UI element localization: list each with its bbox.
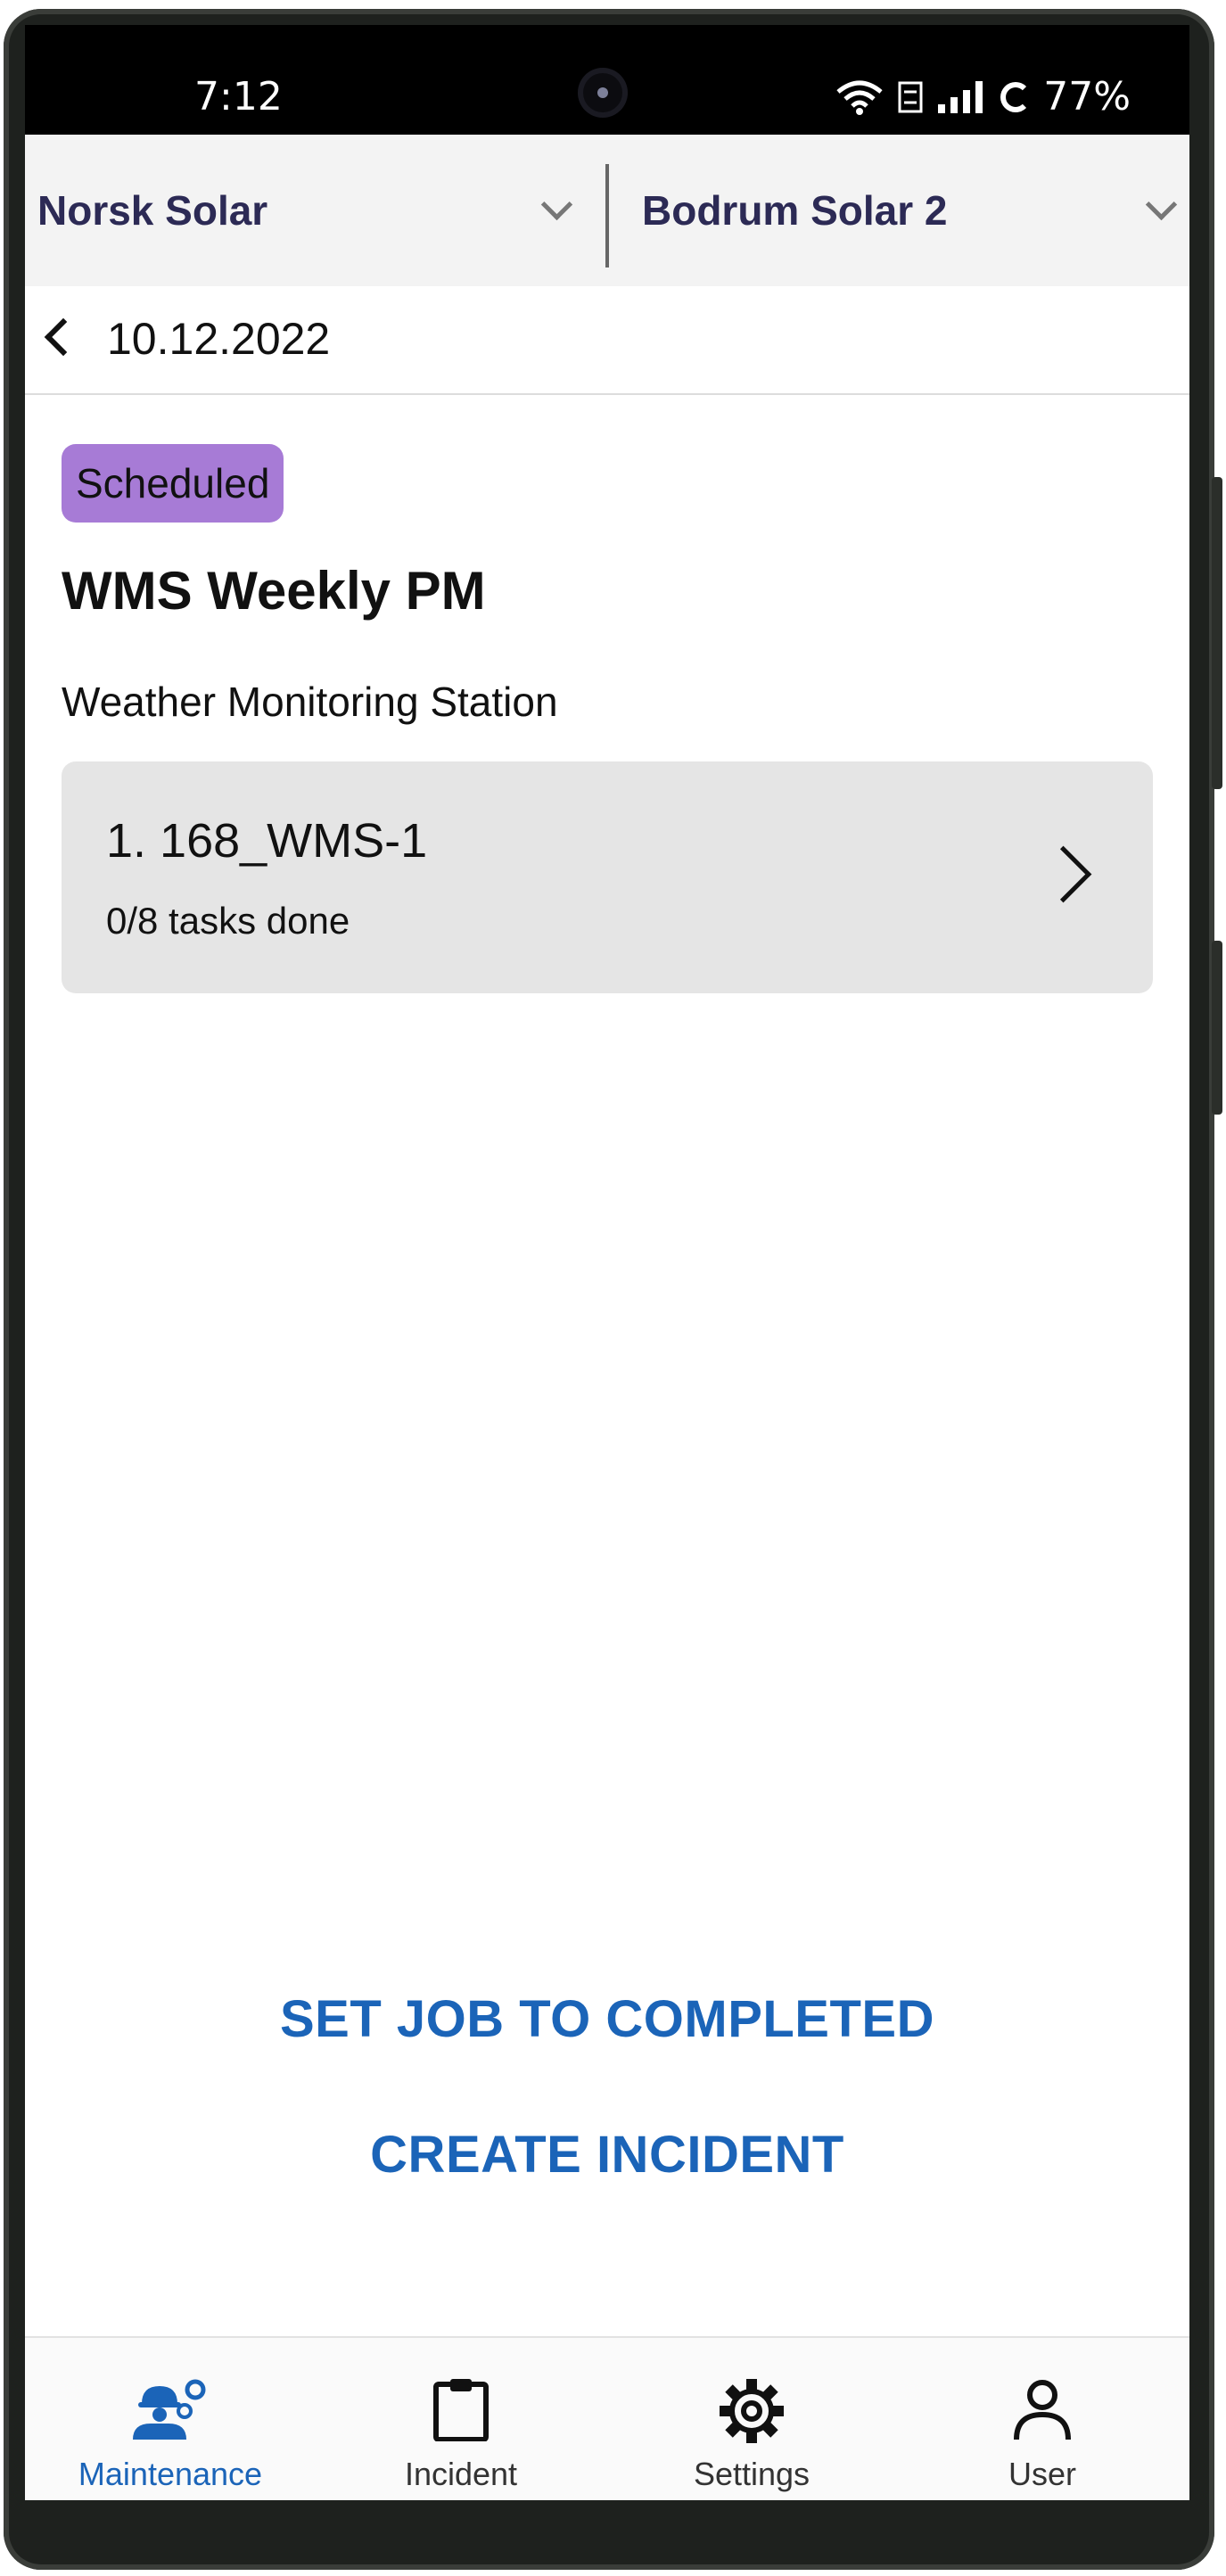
plant-dropdown[interactable]: Bodrum Solar 2 bbox=[642, 135, 1189, 286]
job-title: WMS Weekly PM bbox=[62, 561, 486, 621]
battery-ring-icon bbox=[1000, 81, 1032, 112]
date-header: 10.12.2022 bbox=[25, 286, 1189, 395]
device-frame: 7:12 77% Norsk Solar Bodrum Solar 2 10.1… bbox=[0, 0, 1226, 2576]
nav-incident[interactable]: Incident bbox=[316, 2338, 606, 2500]
create-incident-button[interactable]: CREATE INCIDENT bbox=[25, 2125, 1189, 2185]
page-date: 10.12.2022 bbox=[107, 314, 331, 364]
set-job-completed-button[interactable]: SET JOB TO COMPLETED bbox=[25, 1989, 1189, 2049]
status-time: 7:12 bbox=[194, 74, 283, 119]
asset-name: 1. 168_WMS-1 bbox=[106, 814, 428, 868]
gear-icon bbox=[720, 2379, 784, 2443]
chevron-down-icon bbox=[540, 188, 573, 221]
power-button bbox=[1212, 941, 1222, 1115]
user-icon bbox=[1014, 2380, 1071, 2440]
portfolio-label: Norsk Solar bbox=[37, 187, 268, 234]
selector-divider bbox=[605, 164, 609, 267]
status-bar: 7:12 77% bbox=[25, 25, 1189, 135]
app-screen: 7:12 77% Norsk Solar Bodrum Solar 2 10.1… bbox=[25, 25, 1189, 2500]
signal-icon bbox=[938, 80, 983, 113]
nav-incident-label: Incident bbox=[404, 2456, 518, 2492]
maintenance-worker-icon bbox=[133, 2379, 206, 2440]
nav-maintenance[interactable]: Maintenance bbox=[25, 2338, 316, 2500]
chevron-right-icon bbox=[1034, 845, 1092, 903]
wifi-icon bbox=[836, 80, 883, 115]
nav-user[interactable]: User bbox=[897, 2338, 1188, 2500]
battery-level: 77% bbox=[1043, 74, 1131, 119]
asset-task-progress: 0/8 tasks done bbox=[106, 900, 350, 942]
status-badge: Scheduled bbox=[62, 444, 284, 523]
clipboard-icon bbox=[433, 2379, 489, 2441]
status-icons: 77% bbox=[835, 74, 1131, 119]
nav-maintenance-label: Maintenance bbox=[78, 2456, 263, 2492]
nav-settings[interactable]: Settings bbox=[606, 2338, 897, 2500]
portfolio-dropdown[interactable]: Norsk Solar bbox=[37, 135, 590, 286]
volume-button bbox=[1212, 477, 1222, 789]
back-arrow-icon[interactable] bbox=[44, 317, 83, 357]
bottom-navigation: Maintenance Incident Settings User bbox=[25, 2336, 1189, 2500]
nav-user-label: User bbox=[1008, 2456, 1076, 2492]
asset-list-item[interactable]: 1. 168_WMS-1 0/8 tasks done bbox=[62, 761, 1153, 993]
job-subtitle: Weather Monitoring Station bbox=[62, 679, 558, 725]
plant-label: Bodrum Solar 2 bbox=[642, 187, 948, 234]
chevron-down-icon bbox=[1145, 188, 1178, 221]
front-camera bbox=[578, 68, 628, 118]
volte-icon bbox=[898, 81, 923, 112]
nav-settings-label: Settings bbox=[693, 2456, 810, 2492]
